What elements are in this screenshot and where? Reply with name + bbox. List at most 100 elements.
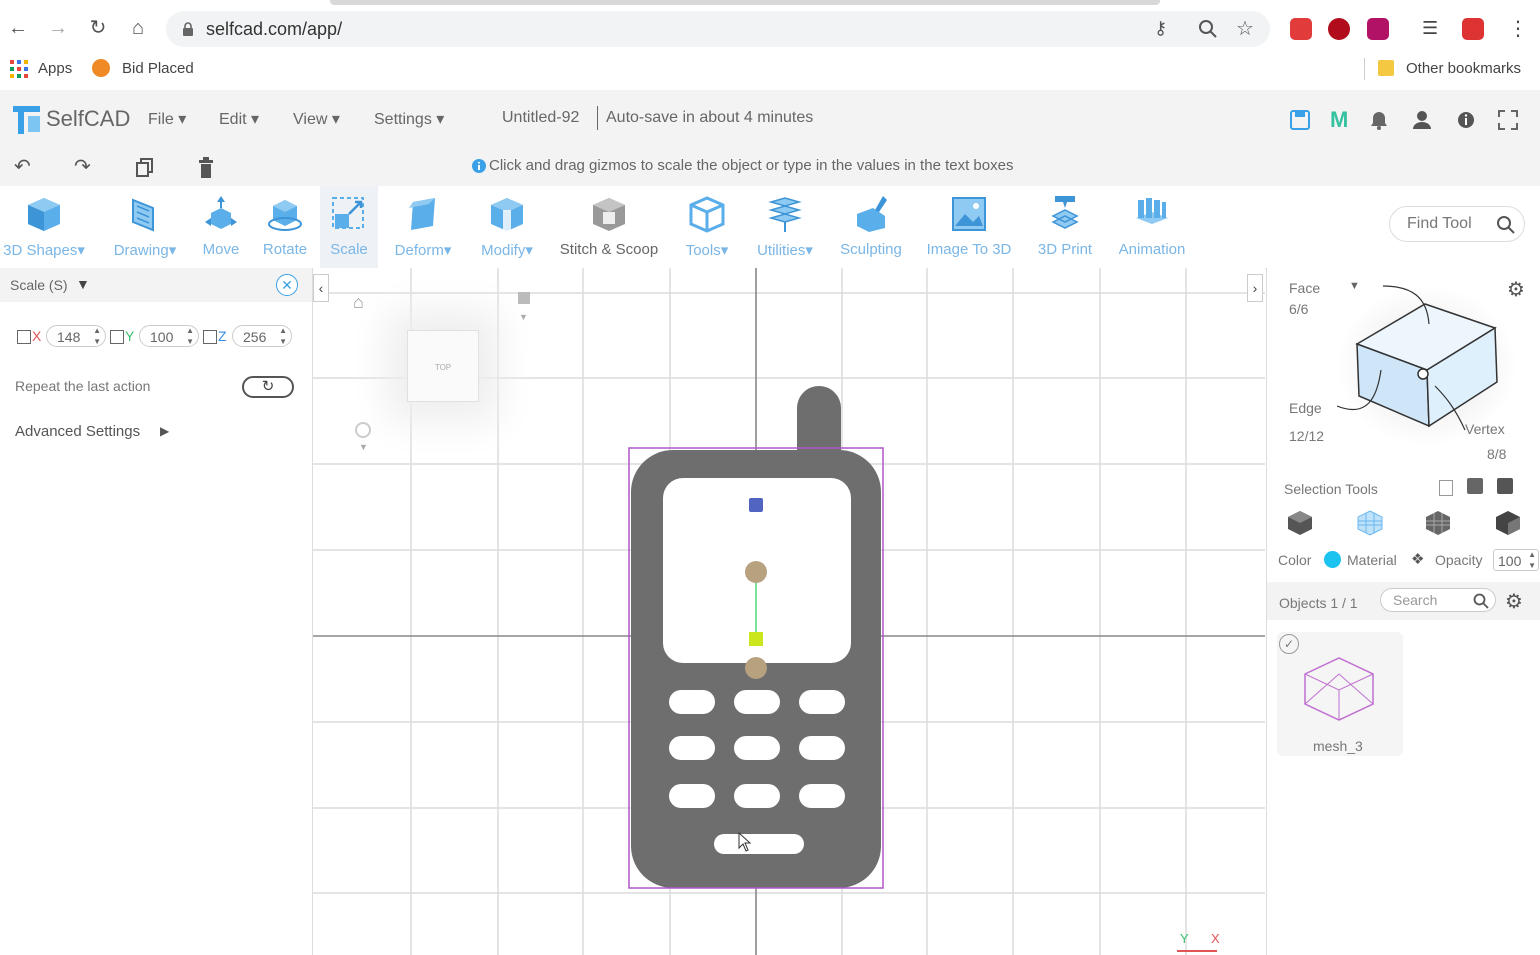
checkbox-z[interactable]	[203, 330, 217, 344]
media-icon[interactable]: ☰	[1422, 18, 1438, 39]
scale-z-input[interactable]: 256 ▲ ▼	[232, 325, 292, 347]
title-divider	[597, 106, 598, 130]
copy-icon[interactable]	[136, 158, 154, 178]
select-small-icon[interactable]	[1439, 480, 1453, 496]
sculpting-icon	[857, 196, 887, 232]
tool-3d-shapes[interactable]: 3D Shapes▾	[0, 186, 88, 268]
phone-model[interactable]	[623, 378, 893, 898]
select-part-icon[interactable]	[1467, 478, 1483, 494]
tool-sculpting[interactable]: Sculpting	[836, 186, 906, 268]
camera-dropdown-icon[interactable]: ▼	[519, 312, 528, 322]
zoom-icon[interactable]	[1198, 19, 1218, 39]
tool-scale[interactable]: Scale	[320, 186, 378, 268]
extension-red-icon[interactable]	[1290, 18, 1312, 40]
home-icon[interactable]: ⌂	[126, 16, 150, 40]
save-icon[interactable]	[1290, 110, 1310, 130]
tool-animation[interactable]: Animation	[1112, 186, 1192, 268]
color-swatch[interactable]	[1324, 551, 1341, 568]
tool-3d-print[interactable]: 3D Print	[1032, 186, 1098, 268]
bookmark-bid-placed[interactable]: Bid Placed	[122, 60, 194, 77]
menu-file[interactable]: File ▾	[148, 109, 186, 129]
tool-tools[interactable]: Tools▾	[676, 186, 738, 268]
back-arrow-icon[interactable]: ←	[6, 16, 30, 40]
print-icon	[1051, 196, 1079, 229]
opacity-input[interactable]: 100 ▲ ▼	[1493, 549, 1539, 571]
object-search-input[interactable]: Search	[1380, 588, 1496, 612]
advanced-settings-toggle[interactable]: Advanced Settings	[15, 423, 140, 440]
undo-icon[interactable]: ↶	[14, 154, 31, 179]
objects-header: Objects 1 / 1 Search ⚙	[1267, 582, 1540, 620]
scale-x-input[interactable]: 148 ▲ ▼	[46, 325, 106, 347]
fullscreen-icon[interactable]	[1498, 110, 1518, 130]
view-cube[interactable]: TOP	[407, 330, 479, 402]
redo-icon[interactable]: ↷	[74, 154, 91, 179]
file-name[interactable]: Untitled-92	[502, 109, 579, 127]
repeat-action-button[interactable]: ↻	[242, 376, 294, 398]
expand-triangle-icon[interactable]: ▶	[160, 424, 169, 438]
tool-label: Modify	[481, 242, 526, 259]
tool-stitch-scoop[interactable]: Stitch & Scoop	[554, 186, 664, 268]
axis-z-label: Z	[218, 328, 227, 344]
extension-pink-icon[interactable]	[1367, 18, 1389, 40]
object-checkbox-icon[interactable]: ✓	[1279, 634, 1299, 654]
tool-utilities[interactable]: Utilities▾	[748, 186, 822, 268]
collapse-triangle-icon[interactable]: ▼	[76, 276, 90, 292]
scale-y-input[interactable]: 100 ▲ ▼	[139, 325, 199, 347]
material-icon[interactable]: ❖	[1411, 550, 1424, 568]
collapse-right-panel-icon[interactable]: ›	[1247, 274, 1263, 302]
image-icon	[952, 197, 986, 231]
tool-deform[interactable]: Deform▾	[388, 186, 458, 268]
app-header: SelfCAD File ▾ Edit ▾ View ▾ Settings ▾ …	[0, 90, 1540, 148]
tool-move[interactable]: Move	[192, 186, 250, 268]
orbit-dropdown-icon[interactable]: ▼	[359, 442, 368, 452]
tool-label: Rotate	[262, 241, 308, 258]
checkbox-x[interactable]	[17, 330, 31, 344]
home-view-icon[interactable]: ⌂	[353, 292, 364, 313]
tool-label: Sculpting	[840, 241, 902, 258]
bell-icon[interactable]	[1370, 110, 1388, 130]
orbit-icon[interactable]	[355, 422, 371, 438]
forward-arrow-icon[interactable]: →	[46, 16, 70, 40]
extension-flag-icon[interactable]	[1462, 18, 1484, 40]
user-icon[interactable]	[1412, 110, 1432, 130]
collapse-left-panel-icon[interactable]: ‹	[313, 274, 329, 302]
camera-pin-icon[interactable]	[518, 292, 530, 304]
select-cube-icon[interactable]	[1287, 510, 1313, 536]
star-icon[interactable]: ☆	[1236, 16, 1254, 41]
m-logo-icon[interactable]: M	[1330, 107, 1348, 133]
select-mesh-icon[interactable]	[1425, 510, 1451, 536]
extension-k-icon[interactable]	[1328, 18, 1350, 40]
url-text: selfcad.com/app/	[206, 19, 343, 39]
material-label[interactable]: Material	[1347, 552, 1397, 568]
reload-icon[interactable]: ↻	[86, 16, 110, 40]
tool-image-to-3d[interactable]: Image To 3D	[922, 186, 1016, 268]
key-icon[interactable]: ⚷	[1154, 18, 1167, 39]
cube-icon	[28, 198, 60, 231]
3d-viewport[interactable]: ⌂ TOP ▼ ▼ Y X ‹ ›	[313, 268, 1265, 955]
utilities-icon	[768, 197, 802, 232]
object-search-icon	[1473, 593, 1489, 609]
close-panel-icon[interactable]: ✕	[276, 274, 298, 296]
hint-info-icon	[472, 159, 486, 173]
checkbox-y[interactable]	[110, 330, 124, 344]
menu-edit[interactable]: Edit ▾	[219, 109, 259, 129]
tool-modify[interactable]: Modify▾	[474, 186, 540, 268]
menu-view[interactable]: View ▾	[293, 109, 340, 129]
rotate-icon	[268, 200, 302, 231]
object-card[interactable]: ✓ mesh_3	[1277, 632, 1403, 756]
menu-settings[interactable]: Settings ▾	[374, 109, 444, 129]
select-object-icon[interactable]	[1497, 478, 1513, 494]
select-grid-icon[interactable]	[1357, 510, 1383, 536]
objects-settings-gear-icon[interactable]: ⚙	[1505, 589, 1523, 614]
trash-icon[interactable]	[198, 157, 214, 179]
chrome-menu-icon[interactable]: ⋮	[1508, 16, 1528, 41]
select-solid-icon[interactable]	[1495, 510, 1521, 536]
bookmark-apps[interactable]: Apps	[38, 60, 72, 77]
bid-icon	[92, 59, 110, 77]
tool-drawing[interactable]: Drawing▾	[106, 186, 184, 268]
info-icon[interactable]	[1456, 110, 1476, 130]
tool-rotate[interactable]: Rotate	[256, 186, 314, 268]
find-tool-box[interactable]: Find Tool	[1389, 206, 1525, 242]
other-bookmarks[interactable]: Other bookmarks	[1406, 60, 1521, 77]
address-bar[interactable]: selfcad.com/app/ ⚷ ☆	[166, 11, 1270, 47]
